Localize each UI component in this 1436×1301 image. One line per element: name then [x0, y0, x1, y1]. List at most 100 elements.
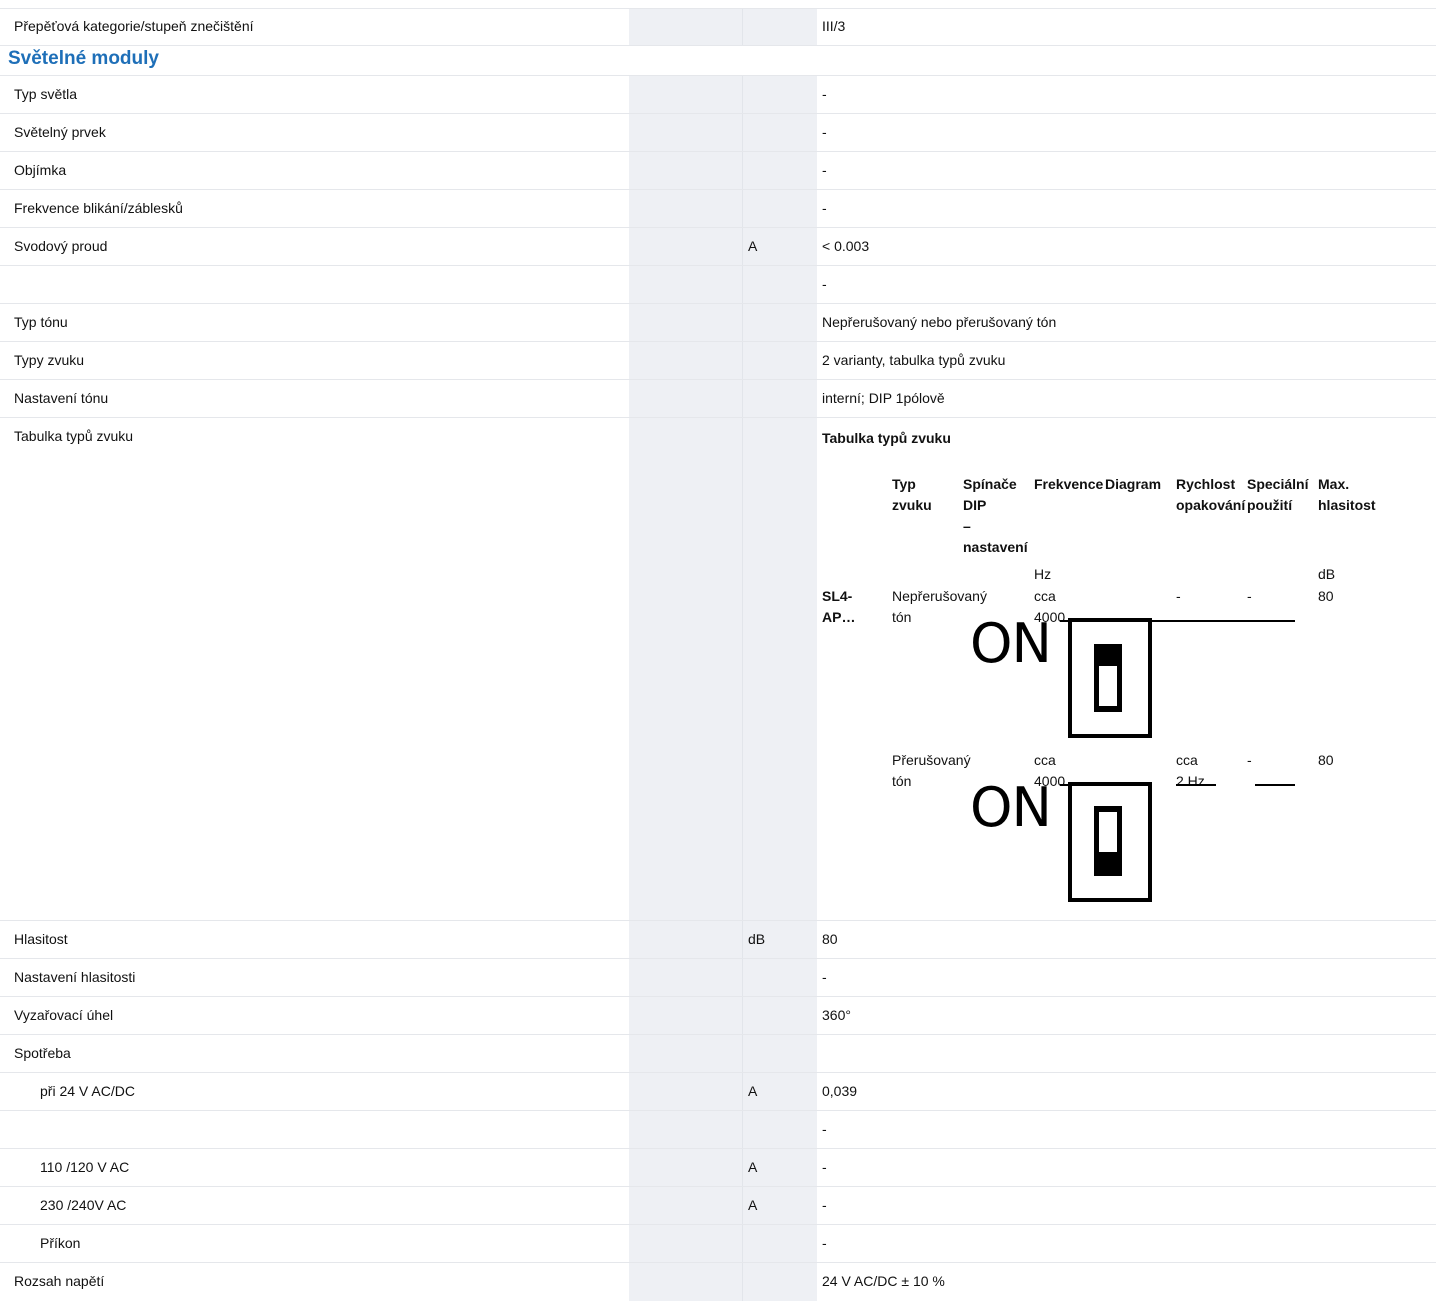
header-rate-line: opakování	[1176, 497, 1246, 513]
spec-row: 110 /120 V AC A -	[0, 1149, 1436, 1187]
spec-unit: A	[748, 1083, 758, 1099]
spec-row: Nastavení tónu interní; DIP 1pólově	[0, 380, 1436, 418]
spec-label: Typ světla	[14, 86, 78, 102]
entry-frequency-line: cca	[1034, 752, 1056, 768]
spec-value: -	[822, 276, 827, 292]
spec-value: -	[822, 86, 827, 102]
spec-value: 80	[822, 931, 838, 947]
spec-row: Nastavení hlasitosti -	[0, 959, 1436, 997]
spec-label: Typ tónu	[14, 314, 68, 330]
spec-label: Hlasitost	[14, 931, 68, 947]
entry-rate-line: cca	[1176, 752, 1198, 768]
dip-switch-off-icon	[1068, 782, 1152, 902]
unit-hz: Hz	[1034, 566, 1052, 582]
spec-value: -	[822, 1197, 827, 1213]
spec-row: -	[0, 266, 1436, 304]
spec-label: Nastavení hlasitosti	[14, 969, 136, 985]
header-dip-line: Spínače	[963, 476, 1017, 492]
spec-value: Nepřerušovaný nebo přerušovaný tón	[822, 314, 1057, 330]
spec-value: -	[822, 162, 827, 178]
spec-label: Vyzařovací úhel	[14, 1007, 114, 1023]
header-diagram: Diagram	[1105, 476, 1162, 492]
section-title: Světelné moduly	[8, 48, 159, 69]
spec-label: Svodový proud	[14, 238, 108, 254]
spec-label: Nastavení tónu	[14, 390, 109, 406]
header-rate-line: Rychlost	[1176, 476, 1236, 492]
spec-value: -	[822, 1235, 827, 1251]
dip-on-label: ON	[970, 612, 1052, 675]
spec-row: Typy zvuku 2 varianty, tabulka typů zvuk…	[0, 342, 1436, 380]
spec-unit: A	[748, 1197, 758, 1213]
header-type-line: Typ	[892, 476, 916, 492]
spec-label: Frekvence blikání/záblesků	[14, 200, 183, 216]
entry-special: -	[1247, 588, 1252, 604]
entry-special: -	[1247, 752, 1252, 768]
entry-type: Přerušovaný tón	[892, 750, 971, 792]
spec-label: Typy zvuku	[14, 352, 85, 368]
spec-value: interní; DIP 1pólově	[822, 390, 945, 406]
header-type-line: zvuku	[892, 497, 932, 513]
sound-table-title: Tabulka typů zvuku	[822, 430, 951, 446]
spec-label: Objímka	[14, 162, 67, 178]
spec-value: < 0.003	[822, 238, 870, 254]
spec-row: Typ tónu Nepřerušovaný nebo přerušovaný …	[0, 304, 1436, 342]
header-special: Speciální použití	[1247, 474, 1308, 516]
spec-value: 2 varianty, tabulka typů zvuku	[822, 352, 1006, 368]
spec-row: Příkon -	[0, 1225, 1436, 1263]
spec-label: při 24 V AC/DC	[40, 1083, 135, 1099]
spec-value: 24 V AC/DC ± 10 %	[822, 1273, 945, 1289]
header-type: Typ zvuku	[892, 474, 932, 516]
entry-type-line: tón	[892, 773, 912, 789]
spec-row: Frekvence blikání/záblesků -	[0, 190, 1436, 228]
spec-row: -	[0, 1111, 1436, 1149]
spec-label: Příkon	[40, 1235, 81, 1251]
spec-value: -	[822, 124, 827, 140]
entry-rate-line: 2 Hz	[1176, 773, 1205, 789]
dip-on-label: ON	[970, 776, 1052, 839]
entry-max-volume: 80	[1318, 588, 1334, 604]
spec-value: III/3	[822, 18, 846, 34]
header-dip-line: DIP	[963, 497, 987, 513]
spec-value: -	[822, 969, 827, 985]
spec-value: 360°	[822, 1007, 851, 1023]
spec-row: Typ světla -	[0, 76, 1436, 114]
spec-row: Hlasitost dB 80	[0, 921, 1436, 959]
spec-row: Objímka -	[0, 152, 1436, 190]
header-frequency: Frekvence	[1034, 476, 1104, 492]
header-max-line: hlasitost	[1318, 497, 1376, 513]
spec-row: při 24 V AC/DC A 0,039	[0, 1073, 1436, 1111]
spec-label: Přepěťová kategorie/stupeň znečištění	[14, 18, 254, 34]
spec-label: Tabulka typů zvuku	[14, 428, 134, 444]
unit-db: dB	[1318, 566, 1336, 582]
entry-type-line: Přerušovaný	[892, 752, 971, 768]
spec-label: Světelný prvek	[14, 124, 106, 140]
header-rate: Rychlost opakování	[1176, 474, 1245, 516]
spec-value: -	[822, 200, 827, 216]
spec-row: Světelný prvek -	[0, 114, 1436, 152]
header-dip: Spínače DIP – nastavení	[963, 474, 1028, 558]
intermittent-tone-diagram-segment	[1176, 784, 1216, 786]
spec-label: 110 /120 V AC	[40, 1159, 130, 1175]
header-special-line: použití	[1247, 497, 1293, 513]
spec-label: Spotřeba	[14, 1045, 71, 1061]
product-code-line: SL4-	[822, 588, 853, 604]
spec-row: Rozsah napětí 24 V AC/DC ± 10 %	[0, 1263, 1436, 1301]
spec-label: Rozsah napětí	[14, 1273, 105, 1289]
spec-row: Spotřeba	[0, 1035, 1436, 1073]
spec-row: 230 /240V AC A -	[0, 1187, 1436, 1225]
header-dip-line: –	[963, 518, 971, 534]
entry-type-line: Nepřerušovaný	[892, 588, 987, 604]
product-code-line: AP…	[822, 609, 856, 625]
entry-rate: -	[1176, 588, 1181, 604]
dip-switch-on-icon	[1068, 618, 1152, 738]
header-special-line: Speciální	[1247, 476, 1309, 492]
spec-row: Vyzařovací úhel 360°	[0, 997, 1436, 1035]
header-max-line: Max.	[1318, 476, 1350, 492]
spec-value: -	[822, 1159, 827, 1175]
intermittent-tone-diagram-segment	[1255, 784, 1295, 786]
spec-label: 230 /240V AC	[40, 1197, 127, 1213]
header-dip-line: nastavení	[963, 539, 1028, 555]
spec-row: Svodový proud A < 0.003	[0, 228, 1436, 266]
product-code: SL4- AP…	[822, 586, 855, 628]
entry-frequency-line: cca	[1034, 588, 1056, 604]
